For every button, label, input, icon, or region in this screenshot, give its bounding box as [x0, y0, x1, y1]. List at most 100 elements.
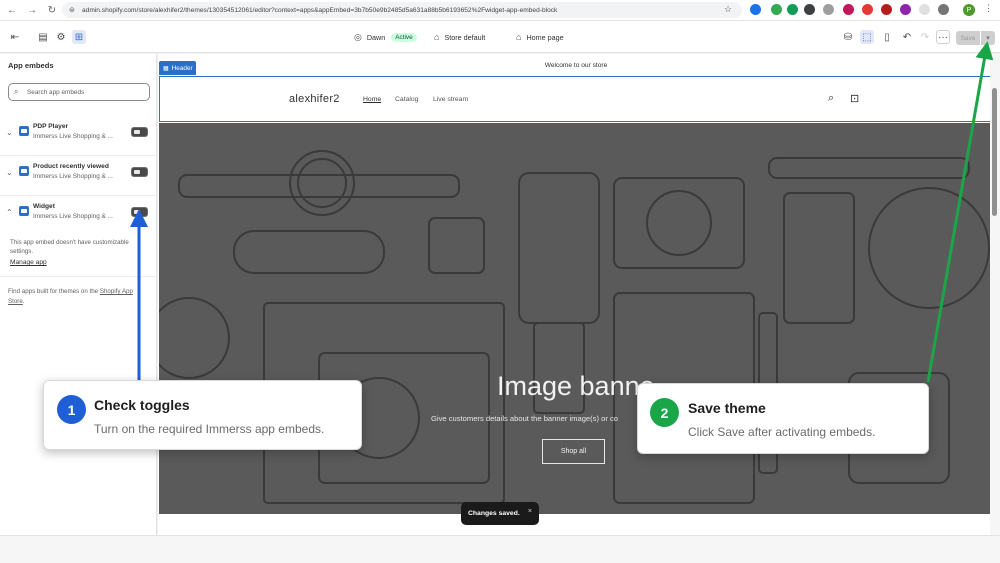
url-text: admin.shopify.com/store/alexhifer2/theme…: [82, 6, 558, 14]
embed-name: PDP Player: [33, 123, 69, 130]
section-grid-icon: ▦: [163, 65, 169, 72]
extension-icon[interactable]: [771, 4, 782, 15]
divider: [0, 276, 157, 277]
callout-title: Save theme: [688, 400, 766, 416]
more-actions-button[interactable]: ···: [936, 30, 950, 44]
callout-check-toggles: 1 Check toggles Turn on the required Imm…: [43, 380, 362, 450]
app-embed-item[interactable]: ⌃ Widget Immerss Live Shopping & ...: [0, 196, 157, 236]
banner-title: Image banne: [497, 371, 655, 401]
search-icon[interactable]: ⌕: [828, 92, 834, 105]
extension-icon[interactable]: [919, 4, 930, 15]
toast-text: Changes saved.: [468, 510, 520, 517]
toast-notification: Changes saved. ×: [461, 502, 539, 525]
no-settings-note: This app embed doesn't have customizable…: [10, 239, 129, 255]
section-tag: ▦ Header: [159, 61, 196, 75]
page-selector[interactable]: ⌂ Home page: [516, 30, 564, 44]
app-icon: [19, 166, 29, 176]
chevron-down-icon[interactable]: ⌄: [6, 128, 13, 137]
announcement-bar[interactable]: Welcome to our store: [158, 54, 994, 76]
editor-topbar: ⇤ ▤ ⚙ ⊞ ◎ Dawn Active ⌂ Store default ⌂ …: [0, 21, 1000, 53]
embed-name: Product recently viewed: [33, 163, 109, 170]
store-header-section[interactable]: alexhifer2 Home Catalog Live stream ⌕ ⊡: [159, 76, 992, 122]
theme-selector[interactable]: ◎ Dawn Active: [354, 30, 417, 44]
screenshot-root: ← → ↻ ⊜ admin.shopify.com/store/alexhife…: [0, 0, 1000, 563]
extension-icon[interactable]: [750, 4, 761, 15]
footer-end: .: [22, 298, 25, 305]
close-icon[interactable]: ×: [528, 508, 532, 515]
theme-preview: Welcome to our store alexhifer2 Home Cat…: [158, 54, 994, 535]
extensions-puzzle-icon[interactable]: [938, 4, 949, 15]
callout-save-theme: 2 Save theme Click Save after activating…: [637, 383, 929, 454]
database-icon[interactable]: ⛁: [841, 30, 855, 44]
extension-icon[interactable]: [900, 4, 911, 15]
cart-icon[interactable]: ⊡: [850, 92, 859, 105]
save-dropdown-chevron-icon[interactable]: ▾: [981, 31, 995, 45]
scrollbar-thumb[interactable]: [992, 88, 997, 216]
nav-link-live-stream[interactable]: Live stream: [433, 96, 468, 103]
theme-name: Dawn: [366, 32, 386, 42]
theme-settings-gear-icon[interactable]: ⚙: [54, 30, 68, 44]
callout-subtitle: Click Save after activating embeds.: [688, 425, 876, 439]
reload-icon[interactable]: ↻: [44, 2, 60, 18]
shopify-app-store-link[interactable]: Shopify App: [100, 288, 133, 295]
chevron-up-icon[interactable]: ⌃: [6, 208, 13, 217]
save-button[interactable]: Save: [956, 31, 980, 45]
embed-app-name: Immerss Live Shopping & ...: [33, 173, 113, 180]
browser-toolbar: ← → ↻ ⊜ admin.shopify.com/store/alexhife…: [0, 0, 1000, 21]
app-icon: [19, 126, 29, 136]
section-tag-label: Header: [171, 64, 193, 72]
callout-number: 2: [650, 398, 679, 427]
inspector-icon[interactable]: ⬚: [860, 30, 874, 44]
sections-icon[interactable]: ▤: [36, 30, 50, 44]
app-icon: [19, 206, 29, 216]
store-default-label: Store default: [444, 32, 486, 42]
theme-globe-icon: ◎: [354, 31, 362, 42]
store-default-selector[interactable]: ⌂ Store default: [434, 30, 485, 44]
callout-number: 1: [57, 395, 86, 424]
app-embed-item[interactable]: ⌄ PDP Player Immerss Live Shopping & ...: [0, 116, 157, 156]
app-embeds-sidebar: App embeds ⌕ Search app embeds ⌄ PDP Pla…: [0, 54, 157, 535]
forward-icon[interactable]: →: [24, 2, 40, 18]
home-icon: ⌂: [516, 32, 522, 42]
browser-menu-icon[interactable]: ⋮: [984, 3, 993, 14]
extension-icon[interactable]: [843, 4, 854, 15]
embed-toggle[interactable]: [131, 127, 148, 137]
embed-toggle[interactable]: [131, 207, 148, 217]
manage-app-link[interactable]: Manage app: [10, 259, 47, 266]
nav-link-catalog[interactable]: Catalog: [395, 96, 418, 103]
redo-icon[interactable]: ↷: [918, 30, 932, 44]
embed-app-name: Immerss Live Shopping & ...: [33, 213, 113, 220]
back-icon[interactable]: ←: [4, 2, 20, 18]
profile-avatar[interactable]: P: [963, 4, 975, 16]
store-icon: ⌂: [434, 32, 440, 42]
store-brand[interactable]: alexhifer2: [289, 93, 340, 105]
chevron-down-icon[interactable]: ⌄: [6, 168, 13, 177]
bookmark-star-icon[interactable]: ☆: [724, 4, 732, 15]
exit-icon[interactable]: ⇤: [8, 30, 22, 44]
theme-status-badge: Active: [391, 32, 417, 42]
shopify-app-store-link-2[interactable]: Store: [8, 298, 23, 305]
mobile-preview-icon[interactable]: ▯: [880, 30, 894, 44]
app-embeds-icon[interactable]: ⊞: [72, 30, 86, 44]
extension-icon[interactable]: [787, 4, 798, 15]
extension-icon[interactable]: [881, 4, 892, 15]
site-info-icon[interactable]: ⊜: [69, 6, 75, 14]
preview-scrollbar[interactable]: [990, 54, 1000, 535]
extension-icon[interactable]: [862, 4, 873, 15]
footer-text: Find apps built for themes on the: [8, 288, 99, 295]
sidebar-footer: Find apps built for themes on the Shopif…: [8, 287, 150, 307]
app-embed-item[interactable]: ⌄ Product recently viewed Immerss Live S…: [0, 156, 157, 196]
callout-title: Check toggles: [94, 397, 190, 413]
search-input[interactable]: ⌕ Search app embeds: [8, 83, 150, 101]
undo-icon[interactable]: ↶: [900, 30, 914, 44]
embed-toggle[interactable]: [131, 167, 148, 177]
shop-all-button[interactable]: Shop all: [542, 439, 605, 464]
extension-icon[interactable]: [823, 4, 834, 15]
address-bar[interactable]: ⊜ admin.shopify.com/store/alexhifer2/the…: [62, 2, 742, 18]
nav-link-home[interactable]: Home: [363, 96, 381, 103]
extension-icon[interactable]: [804, 4, 815, 15]
sidebar-title: App embeds: [8, 61, 54, 70]
home-page-label: Home page: [526, 32, 564, 42]
search-icon: ⌕: [14, 87, 19, 96]
embed-name: Widget: [33, 203, 55, 210]
